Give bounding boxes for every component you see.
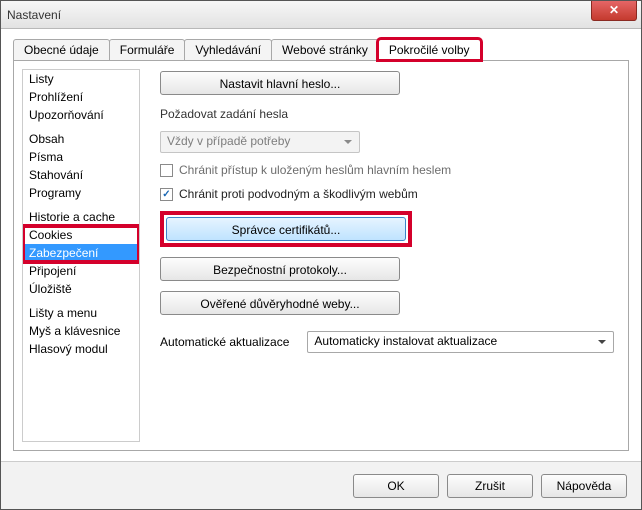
protect-fraud-label: Chránit proti podvodným a škodlivým webů…	[179, 187, 418, 201]
sidebar: Listy Prohlížení Upozorňování Obsah Písm…	[22, 69, 140, 442]
tab-advanced[interactable]: Pokročilé volby	[378, 39, 481, 60]
security-protocols-button[interactable]: Bezpečnostní protokoly...	[160, 257, 400, 281]
sidebar-item-voice[interactable]: Hlasový modul	[23, 340, 139, 358]
sidebar-item-downloads[interactable]: Stahování	[23, 166, 139, 184]
titlebar: Nastavení ✕	[1, 1, 641, 29]
require-password-select[interactable]: Vždy v případě potřeby	[160, 131, 360, 153]
auto-updates-label: Automatické aktualizace	[160, 335, 289, 349]
sidebar-item-browsing[interactable]: Prohlížení	[23, 88, 139, 106]
tab-forms[interactable]: Formuláře	[109, 39, 186, 60]
protect-fraud-row[interactable]: Chránit proti podvodným a škodlivým webů…	[160, 187, 614, 201]
sidebar-item-history[interactable]: Historie a cache	[23, 208, 139, 226]
content-pane: Listy Prohlížení Upozorňování Obsah Písm…	[13, 60, 629, 451]
sidebar-item-notifications[interactable]: Upozorňování	[23, 106, 139, 124]
sidebar-item-mouse-keyboard[interactable]: Myš a klávesnice	[23, 322, 139, 340]
auto-updates-select[interactable]: Automaticky instalovat aktualizace	[307, 331, 614, 353]
require-password-label: Požadovat zadání hesla	[160, 107, 614, 121]
main-panel: Nastavit hlavní heslo... Požadovat zadán…	[140, 61, 628, 450]
tabstrip: Obecné údaje Formuláře Vyhledávání Webov…	[1, 29, 641, 60]
sidebar-item-content[interactable]: Obsah	[23, 130, 139, 148]
protect-stored-passwords-checkbox[interactable]	[160, 164, 173, 177]
sidebar-item-network[interactable]: Připojení	[23, 262, 139, 280]
close-button[interactable]: ✕	[591, 1, 637, 21]
auto-updates-value: Automaticky instalovat aktualizace	[314, 334, 497, 348]
sidebar-item-toolbars[interactable]: Lišty a menu	[23, 304, 139, 322]
tab-search[interactable]: Vyhledávání	[184, 39, 272, 60]
cert-manager-highlight: Správce certifikátů...	[160, 211, 412, 247]
settings-window: Nastavení ✕ Obecné údaje Formuláře Vyhle…	[0, 0, 642, 510]
protect-stored-passwords-label: Chránit přístup k uloženým heslům hlavní…	[179, 163, 451, 177]
sidebar-item-tabs[interactable]: Listy	[23, 70, 139, 88]
sidebar-security-highlight: Cookies Zabezpečení	[23, 226, 139, 262]
require-password-value: Vždy v případě potřeby	[167, 134, 290, 148]
cancel-button[interactable]: Zrušit	[447, 474, 533, 498]
set-master-password-button[interactable]: Nastavit hlavní heslo...	[160, 71, 400, 95]
certificate-manager-button[interactable]: Správce certifikátů...	[166, 217, 406, 241]
verified-trusted-sites-button[interactable]: Ověřené důvěryhodné weby...	[160, 291, 400, 315]
sidebar-item-cookies[interactable]: Cookies	[23, 226, 139, 244]
protect-fraud-checkbox[interactable]	[160, 188, 173, 201]
help-button[interactable]: Nápověda	[541, 474, 627, 498]
sidebar-item-fonts[interactable]: Písma	[23, 148, 139, 166]
tab-general[interactable]: Obecné údaje	[13, 39, 110, 60]
sidebar-item-security[interactable]: Zabezpečení	[23, 244, 139, 262]
sidebar-item-storage[interactable]: Úložiště	[23, 280, 139, 298]
dialog-footer: OK Zrušit Nápověda	[1, 461, 641, 509]
window-title: Nastavení	[7, 8, 61, 22]
sidebar-item-programs[interactable]: Programy	[23, 184, 139, 202]
ok-button[interactable]: OK	[353, 474, 439, 498]
protect-stored-passwords-row[interactable]: Chránit přístup k uloženým heslům hlavní…	[160, 163, 614, 177]
auto-updates-row: Automatické aktualizace Automaticky inst…	[160, 331, 614, 353]
tab-webpages[interactable]: Webové stránky	[271, 39, 379, 60]
